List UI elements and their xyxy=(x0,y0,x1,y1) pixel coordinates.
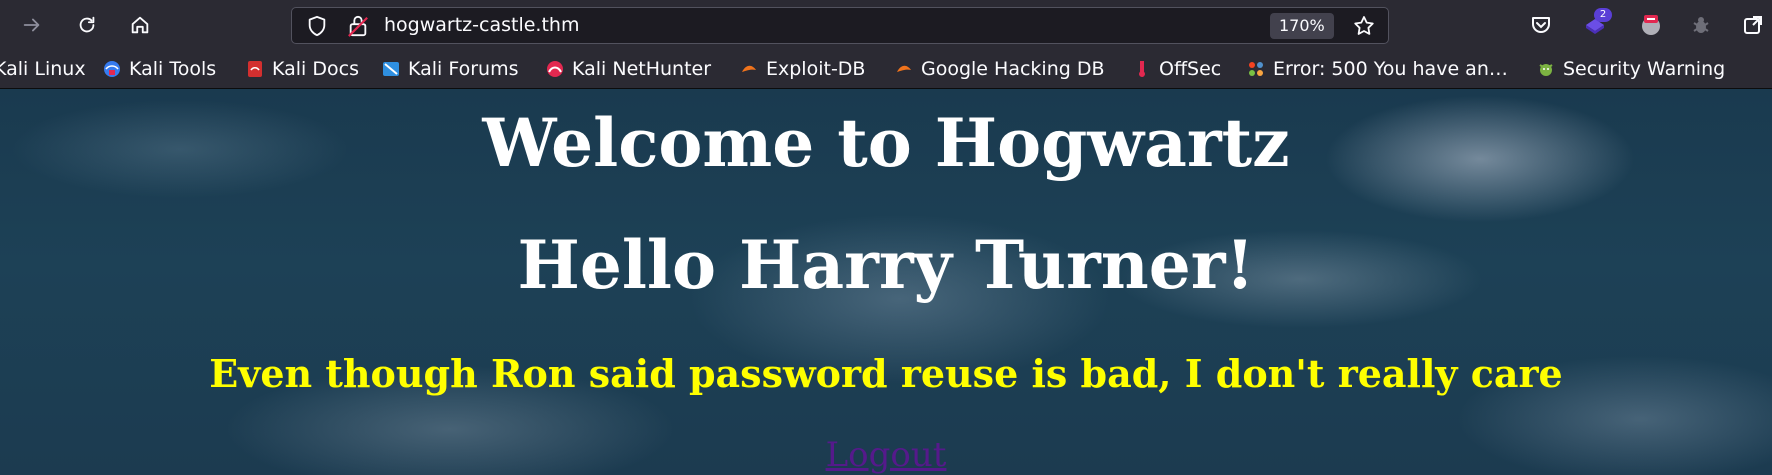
navigation-toolbar: hogwartz-castle.thm 170% 2 xyxy=(0,0,1772,50)
open-external-icon xyxy=(1744,16,1762,34)
bookmark-kali-docs[interactable]: Kali Docs xyxy=(246,58,359,80)
exploit-db-icon xyxy=(742,65,756,72)
ghdb-icon xyxy=(897,65,911,72)
zoom-level-badge[interactable]: 170% xyxy=(1270,13,1334,39)
bookmark-label: Kali Docs xyxy=(272,58,359,80)
extension-bug-button[interactable] xyxy=(1686,10,1716,40)
bookmark-label: Exploit-DB xyxy=(766,58,866,80)
bookmark-error-500[interactable]: Error: 500 You have an… xyxy=(1247,58,1508,80)
bookmarks-toolbar: Kali Linux Kali Tools Kali Docs Kali For… xyxy=(0,50,1772,89)
pocket-button[interactable] xyxy=(1526,10,1556,40)
home-icon xyxy=(131,16,149,34)
password-reuse-message: Even though Ron said password reuse is b… xyxy=(209,351,1563,396)
extension-stop-button[interactable] xyxy=(1636,10,1666,40)
bookmark-star-icon[interactable] xyxy=(1352,14,1376,38)
offsec-icon xyxy=(1139,61,1145,77)
extension-badge: 2 xyxy=(1594,8,1612,22)
home-button[interactable] xyxy=(124,9,156,41)
stop-sign-icon xyxy=(1642,15,1660,35)
bookmark-label: Kali NetHunter xyxy=(572,58,712,80)
page-content: Welcome to Hogwartz Hello Harry Turner! … xyxy=(0,89,1772,475)
kali-tools-icon xyxy=(104,61,120,77)
bookmark-label: Kali Linux xyxy=(0,58,86,80)
bookmark-kali-nethunter[interactable]: Kali NetHunter xyxy=(546,58,711,80)
reload-icon xyxy=(79,16,95,33)
bookmark-exploit-db[interactable]: Exploit-DB xyxy=(740,58,865,80)
bug-icon xyxy=(1693,17,1709,33)
url-bar[interactable]: hogwartz-castle.thm 170% xyxy=(291,7,1389,44)
bookmark-security-warning[interactable]: Security Warning xyxy=(1537,58,1725,80)
bookmark-label: Google Hacking DB xyxy=(921,58,1105,80)
bookmark-kali-linux[interactable]: Kali Linux xyxy=(0,58,86,80)
reload-button[interactable] xyxy=(71,9,103,41)
kali-forums-icon xyxy=(383,62,399,76)
security-warning-icon xyxy=(1539,64,1553,76)
insecure-lock-icon[interactable] xyxy=(347,14,369,38)
joomla-icon xyxy=(1249,62,1263,76)
pocket-icon xyxy=(1532,17,1550,33)
bookmark-google-hacking-db[interactable]: Google Hacking DB xyxy=(895,58,1105,80)
url-text[interactable]: hogwartz-castle.thm xyxy=(384,14,579,36)
bookmark-offsec[interactable]: OffSec xyxy=(1133,58,1221,80)
forward-button[interactable] xyxy=(16,9,48,41)
welcome-heading: Welcome to Hogwartz xyxy=(482,104,1290,182)
tracking-protection-shield-icon[interactable] xyxy=(306,15,328,37)
kali-docs-icon xyxy=(248,61,262,77)
overflow-button[interactable] xyxy=(1738,10,1768,40)
bookmark-label: OffSec xyxy=(1159,58,1222,80)
bookmark-label: Kali Tools xyxy=(129,58,217,80)
nethunter-icon xyxy=(547,61,563,77)
bookmark-kali-forums[interactable]: Kali Forums xyxy=(382,58,519,80)
arrow-right-icon xyxy=(23,18,40,32)
greeting-heading: Hello Harry Turner! xyxy=(517,226,1255,304)
bookmark-label: Kali Forums xyxy=(408,58,519,80)
logout-link[interactable]: Logout xyxy=(0,435,1772,475)
extension-button[interactable]: 2 xyxy=(1580,8,1612,40)
bookmark-label: Security Warning xyxy=(1563,58,1726,80)
bookmark-label: Error: 500 You have an… xyxy=(1273,58,1508,80)
bookmark-kali-tools[interactable]: Kali Tools xyxy=(103,58,216,80)
